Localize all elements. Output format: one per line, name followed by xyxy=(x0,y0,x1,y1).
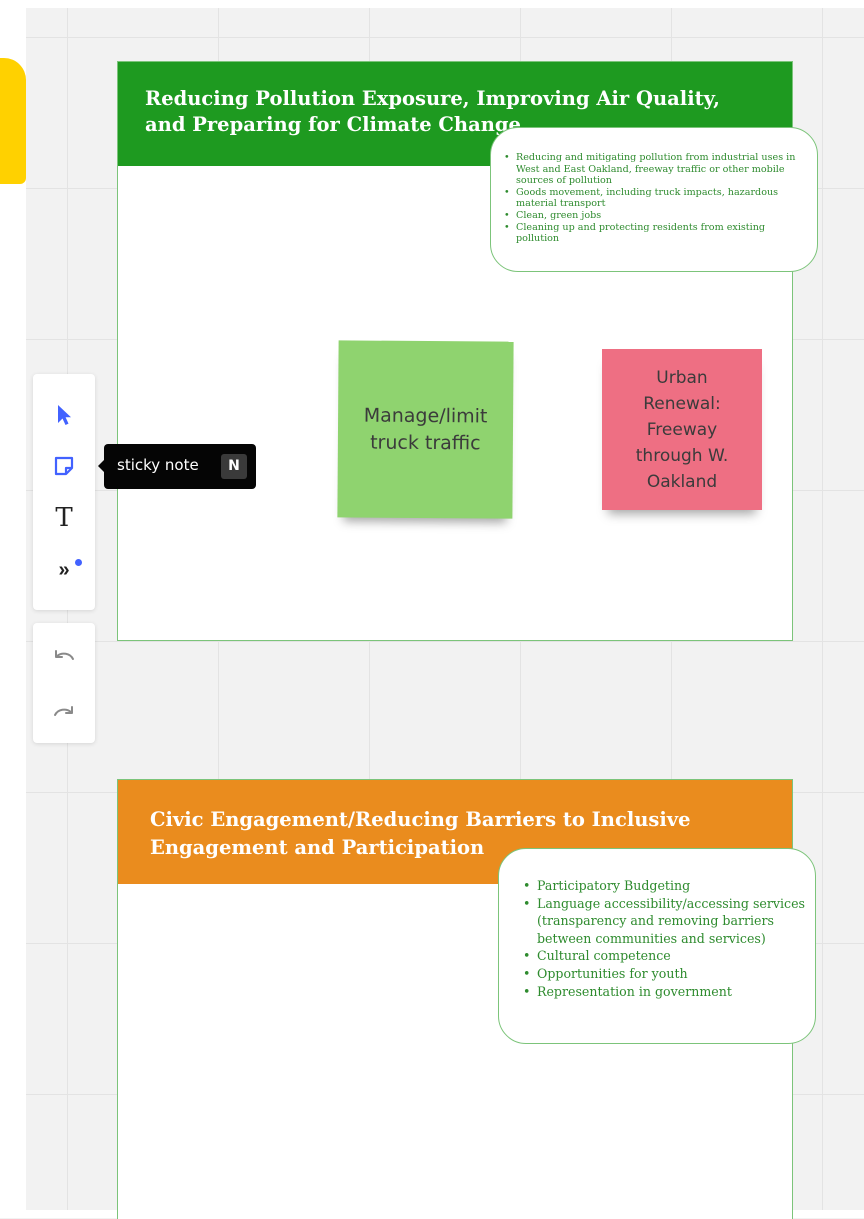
shortcut-key-badge: N xyxy=(221,454,247,479)
board-side-tab[interactable] xyxy=(0,58,26,184)
bullet-list-bubble[interactable]: Participatory Budgeting Language accessi… xyxy=(498,848,816,1044)
list-item: Clean, green jobs xyxy=(504,210,807,222)
left-edge xyxy=(0,8,26,1210)
list-item: Cultural competence xyxy=(523,947,805,965)
tools-toolbar: T » xyxy=(33,374,95,610)
list-item: Representation in government xyxy=(523,983,805,1001)
sticky-note-text: Urban Renewal: Freeway through W. Oaklan… xyxy=(635,367,729,492)
more-tools-button[interactable]: » xyxy=(33,550,95,590)
sticky-note-tool-button[interactable] xyxy=(33,446,95,486)
list-item: Reducing and mitigating pollution from i… xyxy=(504,152,807,187)
undo-button[interactable] xyxy=(33,635,95,675)
text-icon: T xyxy=(55,503,73,533)
list-item: Language accessibility/accessing service… xyxy=(523,895,805,948)
bullet-list-bubble[interactable]: Reducing and mitigating pollution from i… xyxy=(490,127,818,272)
list-item: Goods movement, including truck impacts,… xyxy=(504,187,807,210)
list-item: Cleaning up and protecting residents fro… xyxy=(504,222,807,245)
tool-tooltip: sticky note N xyxy=(98,444,256,489)
sticky-note-urban-renewal[interactable]: Urban Renewal: Freeway through W. Oaklan… xyxy=(602,349,762,510)
redo-icon xyxy=(54,706,73,716)
chevrons-right-icon: » xyxy=(58,558,70,581)
redo-button[interactable] xyxy=(33,691,95,731)
cursor-icon xyxy=(58,405,71,425)
sticky-note-text: Manage/limit truck traffic xyxy=(363,404,488,454)
text-tool-button[interactable]: T xyxy=(33,498,95,538)
sticky-note-icon xyxy=(54,456,74,476)
undo-icon xyxy=(55,650,74,660)
list-item: Participatory Budgeting xyxy=(523,877,805,895)
history-toolbar xyxy=(33,623,95,743)
tooltip-label: sticky note xyxy=(117,456,199,474)
sticky-note-truck-traffic[interactable]: Manage/limit truck traffic xyxy=(337,340,514,519)
list-item: Opportunities for youth xyxy=(523,965,805,983)
top-edge xyxy=(0,0,864,8)
select-tool-button[interactable] xyxy=(33,395,95,435)
notification-dot xyxy=(75,559,82,566)
